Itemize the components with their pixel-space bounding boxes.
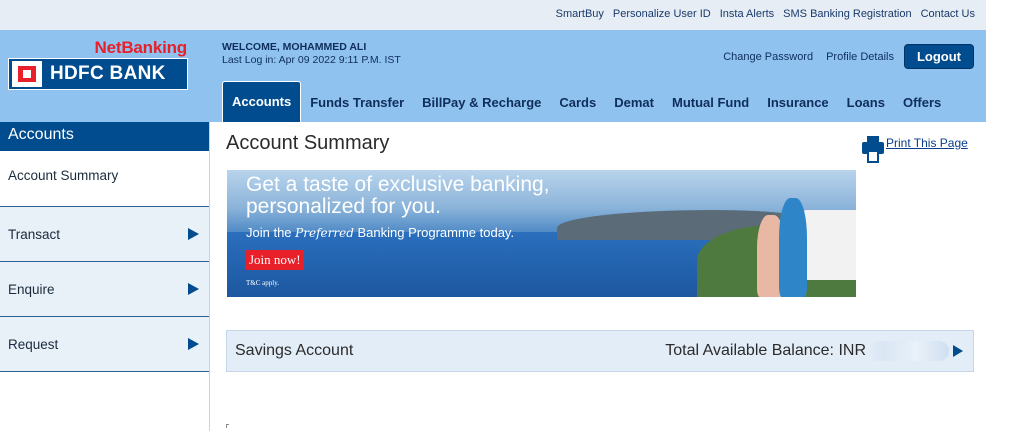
sidebar-item-request[interactable]: Request	[0, 317, 209, 372]
tab-cards[interactable]: Cards	[550, 95, 605, 122]
banner-headline: Get a taste of exclusive banking, person…	[246, 173, 550, 218]
account-name: Savings Account	[235, 342, 354, 359]
hdfc-logo[interactable]: NetBanking HDFC BANK	[8, 38, 188, 90]
promo-banner[interactable]: Get a taste of exclusive banking, person…	[227, 170, 856, 297]
banner-subline-prefix: Join the	[246, 225, 292, 240]
tab-demat[interactable]: Demat	[605, 95, 663, 122]
preferred-script: Preferred	[295, 226, 354, 240]
tab-insurance[interactable]: Insurance	[758, 95, 837, 122]
account-balance: Total Available Balance: INR	[665, 341, 963, 361]
sidebar: Accounts Account Summary Transact Enquir…	[0, 122, 210, 431]
logo-netbanking-text: NetBanking	[94, 38, 188, 57]
triangle-right-icon	[188, 338, 199, 350]
logo-box: HDFC BANK	[8, 58, 188, 90]
tab-offers[interactable]: Offers	[894, 95, 950, 122]
util-link-personalize-user-id[interactable]: Personalize User ID	[613, 8, 711, 20]
banner-subline-suffix: Banking Programme today.	[357, 225, 515, 240]
print-page-link[interactable]: Print This Page	[862, 136, 968, 164]
banner-person	[779, 198, 807, 297]
header-actions: Change Password Profile Details Logout	[723, 44, 974, 69]
sidebar-item-transact[interactable]: Transact	[0, 207, 209, 262]
join-now-button[interactable]: Join now!	[246, 250, 304, 270]
utility-bar: SmartBuy Personalize User ID Insta Alert…	[0, 0, 986, 30]
sidebar-item-label: Account Summary	[8, 168, 119, 183]
tab-accounts[interactable]: Accounts	[222, 81, 302, 122]
welcome-block: WELCOME, MOHAMMED ALI Last Log in: Apr 0…	[222, 41, 401, 67]
corner-mark	[226, 424, 229, 428]
sidebar-title: Accounts	[0, 122, 209, 151]
tab-funds-transfer[interactable]: Funds Transfer	[301, 95, 413, 122]
tab-billpay-recharge[interactable]: BillPay & Recharge	[413, 95, 550, 122]
sidebar-item-enquire[interactable]: Enquire	[0, 262, 209, 317]
last-login: Last Log in: Apr 09 2022 9:11 P.M. IST	[222, 54, 401, 66]
util-link-smartbuy[interactable]: SmartBuy	[556, 8, 604, 20]
util-link-insta-alerts[interactable]: Insta Alerts	[720, 8, 774, 20]
util-link-sms-banking[interactable]: SMS Banking Registration	[783, 8, 911, 20]
sidebar-item-label: Enquire	[8, 281, 55, 297]
triangle-right-icon	[953, 345, 963, 357]
savings-account-row[interactable]: Savings Account Total Available Balance:…	[226, 330, 974, 372]
balance-label: Total Available Balance: INR	[665, 342, 866, 359]
banner-subline: Join the Preferred Banking Programme tod…	[246, 225, 514, 240]
logout-button[interactable]: Logout	[903, 44, 974, 69]
utility-links: SmartBuy Personalize User ID Insta Alert…	[556, 8, 975, 20]
logo-bank-text: HDFC BANK	[50, 63, 166, 84]
printer-icon	[862, 136, 884, 164]
netbanking-page: SmartBuy Personalize User ID Insta Alert…	[0, 0, 1022, 431]
tc-apply-note: T&C apply.	[246, 279, 279, 287]
print-label: Print This Page	[886, 136, 968, 150]
tab-mutual-fund[interactable]: Mutual Fund	[663, 95, 758, 122]
change-password-link[interactable]: Change Password	[723, 51, 813, 63]
triangle-right-icon	[188, 283, 199, 295]
page-title: Account Summary	[226, 132, 390, 154]
main-nav-tabs: Accounts Funds Transfer BillPay & Rechar…	[222, 80, 950, 122]
sidebar-item-label: Transact	[8, 226, 61, 242]
sidebar-item-label: Request	[8, 336, 59, 352]
welcome-name: WELCOME, MOHAMMED ALI	[222, 41, 367, 53]
sidebar-item-account-summary[interactable]: Account Summary	[0, 151, 209, 207]
hdfc-mark-icon	[12, 61, 42, 87]
profile-details-link[interactable]: Profile Details	[826, 51, 894, 63]
triangle-right-icon	[188, 228, 199, 240]
redacted-balance	[867, 341, 949, 361]
header: NetBanking HDFC BANK WELCOME, MOHAMMED A…	[0, 30, 986, 122]
util-link-contact-us[interactable]: Contact Us	[921, 8, 975, 20]
tab-loans[interactable]: Loans	[838, 95, 894, 122]
